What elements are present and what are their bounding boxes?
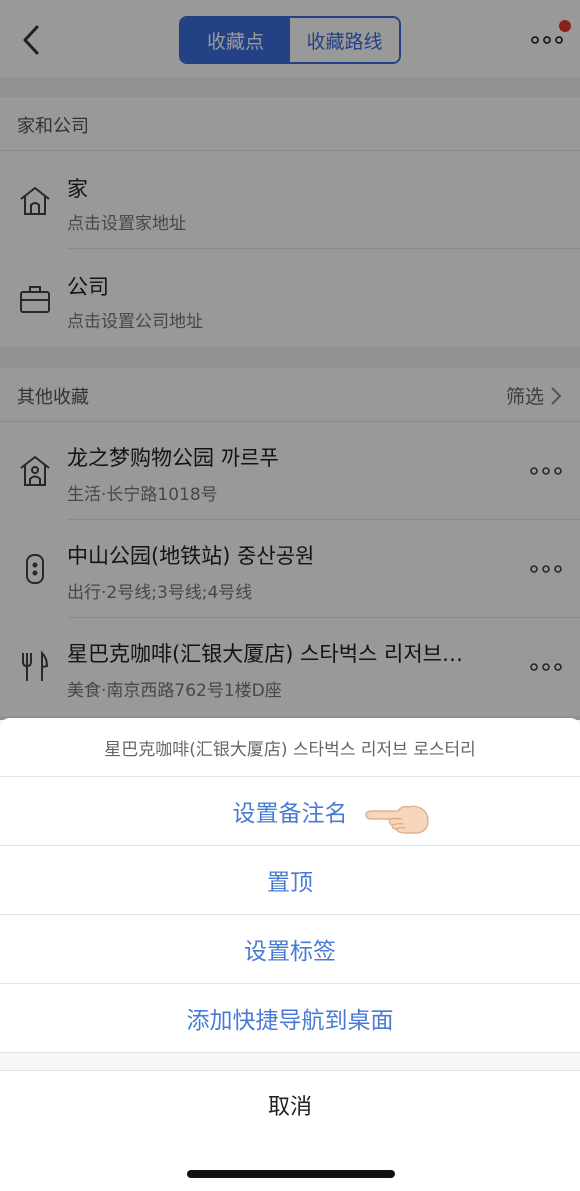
set-tag-option[interactable]: 设置标签 xyxy=(0,915,580,984)
sheet-bottom-area xyxy=(0,1138,580,1191)
favorites-screen: 收藏点 收藏路线 家和公司 家 点击设置家地址 公司 点击设置公司地址 其他收藏… xyxy=(0,0,580,1191)
action-sheet-title: 星巴克咖啡(汇银大厦店) 스타벅스 리저브 로스터리 xyxy=(0,718,580,777)
action-sheet: 星巴克咖啡(汇银大厦店) 스타벅스 리저브 로스터리 设置备注名 置顶 设置标签… xyxy=(0,718,580,1191)
home-indicator xyxy=(187,1170,395,1178)
pin-to-top-option[interactable]: 置顶 xyxy=(0,846,580,915)
pointing-hand-icon xyxy=(365,805,429,834)
set-remark-name-option[interactable]: 设置备注名 xyxy=(0,777,580,846)
modal-backdrop[interactable] xyxy=(0,0,580,720)
add-shortcut-to-desktop-option[interactable]: 添加快捷导航到桌面 xyxy=(0,984,580,1053)
cancel-button[interactable]: 取消 xyxy=(0,1070,580,1138)
